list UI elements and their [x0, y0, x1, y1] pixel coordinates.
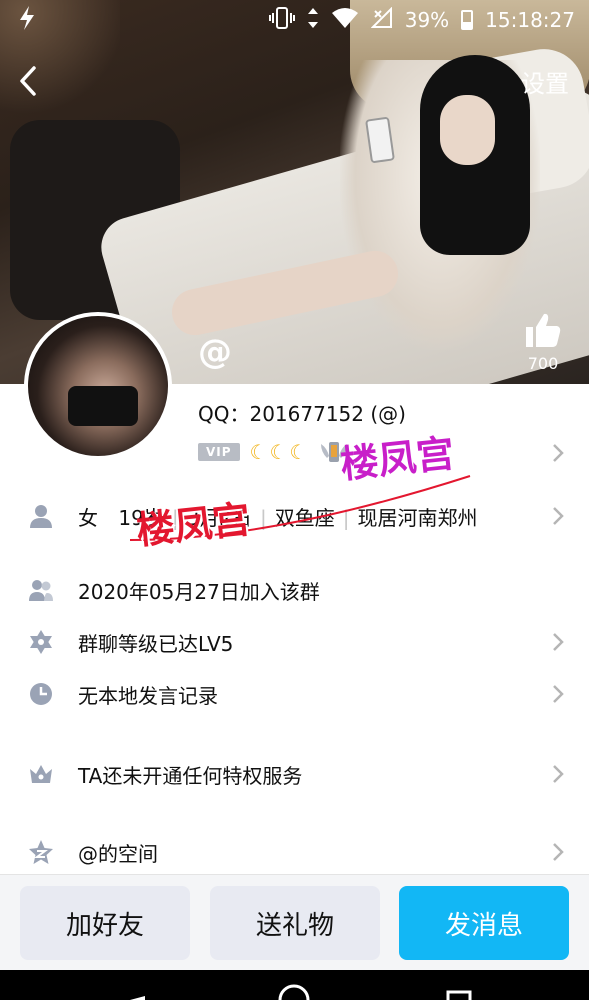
action-bar: 加好友 送礼物 发消息 [0, 874, 589, 970]
status-bar: 39% 15:18:27 [0, 0, 589, 40]
chevron-right-icon [553, 633, 564, 651]
group-members-icon [29, 580, 53, 601]
wifi-icon [331, 7, 359, 34]
chevron-right-icon [553, 765, 564, 783]
chevron-right-icon[interactable] [551, 442, 565, 464]
chevron-right-icon [553, 507, 564, 525]
join-date: 2020年05月27日加入该群 [78, 579, 320, 604]
clock-icon [30, 683, 52, 705]
like-count: 700 [527, 354, 559, 373]
qzone-link: @的空间 [78, 841, 158, 866]
settings-button[interactable]: 设置 [521, 64, 569, 99]
system-nav-bar [0, 970, 589, 1000]
send-message-button[interactable]: 发消息 [399, 886, 569, 960]
add-friend-button[interactable]: 加好友 [20, 886, 190, 960]
nav-back-icon[interactable] [130, 996, 145, 1000]
title-bar: 设置 [0, 56, 589, 106]
no-signal-icon [370, 6, 393, 34]
qzone-star-icon [29, 840, 53, 864]
back-button[interactable] [10, 60, 50, 102]
crown-icon [30, 765, 52, 783]
nav-recents-icon[interactable] [446, 990, 472, 1000]
data-transfer-icon [307, 7, 319, 34]
chevron-left-icon [20, 66, 36, 96]
vip-badge: VIP [198, 443, 240, 461]
qzone-row[interactable]: @的空间 [0, 830, 589, 874]
nav-home-icon[interactable] [278, 984, 310, 1000]
avatar-figure [68, 386, 138, 426]
speech-record-row[interactable]: 无本地发言记录 [0, 672, 589, 716]
privilege-status: TA还未开通任何特权服务 [78, 763, 303, 788]
group-level-row[interactable]: 群聊等级已达LV5 [0, 620, 589, 664]
thumbs-up-icon [526, 313, 561, 347]
speech-record: 无本地发言记录 [78, 683, 218, 708]
group-level: 群聊等级已达LV5 [78, 631, 234, 656]
profile-nickname: @ [198, 332, 232, 372]
avatar[interactable] [24, 312, 172, 460]
chevron-right-icon [553, 685, 564, 703]
clock: 15:18:27 [485, 8, 575, 32]
flash-icon [18, 5, 58, 35]
qq-number: QQ：201677152 (@) [198, 402, 406, 426]
privilege-row[interactable]: TA还未开通任何特权服务 [0, 752, 589, 796]
battery-percent: 39% [404, 8, 450, 32]
level-moons-icon: ☾☾☾ [249, 440, 310, 464]
like-button[interactable]: 700 [517, 312, 569, 373]
person-icon [30, 505, 52, 528]
star-of-david-icon [30, 630, 52, 654]
badge-row[interactable]: VIP ☾☾☾ [198, 438, 349, 466]
join-date-row: 2020年05月27日加入该群 [0, 568, 589, 612]
vibrate-icon [268, 6, 295, 34]
chevron-right-icon [553, 843, 564, 861]
battery-icon [461, 10, 474, 30]
gender: 女 [78, 505, 98, 530]
send-gift-button[interactable]: 送礼物 [210, 886, 380, 960]
